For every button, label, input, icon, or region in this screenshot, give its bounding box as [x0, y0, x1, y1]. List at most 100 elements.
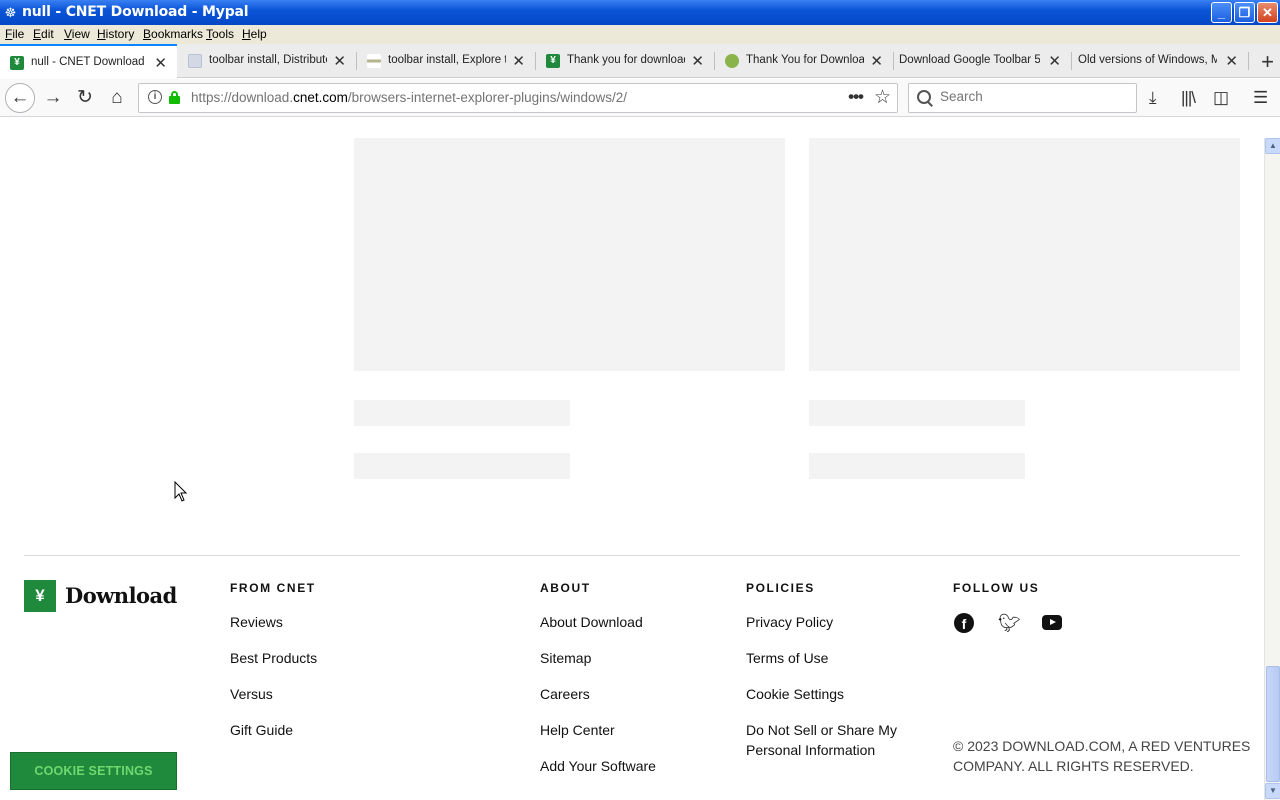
menu-bar: File Edit View History Bookmarks Tools H…: [0, 25, 1280, 44]
back-arrow-icon[interactable]: ←: [5, 83, 35, 113]
text-placeholder: [809, 400, 1025, 426]
reload-icon[interactable]: ↻: [71, 84, 99, 112]
footer-heading-about: ABOUT: [540, 581, 591, 595]
page-actions-icon[interactable]: •••: [848, 87, 864, 107]
footer-heading-policies: POLICIES: [746, 581, 815, 595]
footer-link-terms-of-use[interactable]: Terms of Use: [746, 648, 828, 668]
forward-arrow-icon[interactable]: →: [39, 84, 67, 112]
twitter-icon[interactable]: 🐦︎: [998, 613, 1021, 633]
site-info-icon[interactable]: i: [148, 90, 162, 104]
window-titlebar: ☸ null - CNET Download - Mypal _ ❐ ✕: [0, 0, 1280, 25]
youtube-icon[interactable]: [1042, 615, 1062, 630]
footer-link-help-center[interactable]: Help Center: [540, 720, 615, 740]
close-tab-icon[interactable]: ✕: [691, 52, 704, 70]
tab-label: toolbar install, Explore the: [388, 54, 506, 66]
sidebar-icon[interactable]: ◫: [1213, 88, 1229, 108]
close-tab-icon[interactable]: ✕: [870, 52, 883, 70]
cookie-settings-button[interactable]: COOKIE SETTINGS: [10, 752, 177, 790]
page-thumbnail-icon: [367, 54, 381, 68]
tab-label: Download Google Toolbar 5.0: [899, 54, 1040, 66]
tab-old-versions[interactable]: Old versions of Windows, Mac ✕: [1072, 44, 1248, 78]
menu-tools[interactable]: Tools: [206, 27, 234, 41]
footer-link-gift-guide[interactable]: Gift Guide: [230, 720, 293, 740]
url-text[interactable]: https://download.cnet.com/browsers-inter…: [191, 90, 627, 105]
close-tab-icon[interactable]: ✕: [154, 54, 167, 72]
close-tab-icon[interactable]: ✕: [512, 52, 525, 70]
page-viewport: ¥ Download FROM CNET Reviews Best Produc…: [0, 138, 1264, 800]
menu-file[interactable]: File: [5, 27, 24, 41]
mouse-cursor-icon: [174, 481, 188, 502]
download-logo-icon[interactable]: ¥: [24, 580, 56, 612]
downloads-icon[interactable]: ⤓: [1149, 88, 1157, 108]
scrollbar-thumb[interactable]: [1266, 666, 1280, 782]
menu-bookmarks[interactable]: Bookmarks: [143, 27, 203, 41]
tab-label: Thank You for Downloading: [746, 54, 864, 66]
tab-label: null - CNET Download: [31, 56, 145, 68]
close-tab-icon[interactable]: ✕: [1225, 52, 1238, 70]
menu-hamburger-icon[interactable]: ☰: [1253, 88, 1268, 108]
navigation-toolbar: ← → ↻ ⌂ i https://download.cnet.com/brow…: [0, 79, 1280, 117]
vertical-scrollbar[interactable]: ▲ ▼: [1264, 138, 1280, 800]
search-input[interactable]: [940, 89, 1130, 104]
tab-toolbar-install-explore[interactable]: toolbar install, Explore the ✕: [357, 44, 535, 78]
text-placeholder: [809, 453, 1025, 479]
footer-link-reviews[interactable]: Reviews: [230, 612, 283, 632]
lock-icon[interactable]: [169, 91, 180, 104]
footer-link-privacy-policy[interactable]: Privacy Policy: [746, 612, 833, 632]
search-icon: [917, 90, 933, 106]
download-logo-text[interactable]: Download: [65, 583, 177, 608]
footer-link-do-not-sell[interactable]: Do Not Sell or Share My Personal Informa…: [746, 720, 916, 760]
copyright-text: © 2023 DOWNLOAD.COM, A RED VENTURES COMP…: [953, 738, 1251, 774]
footer-heading-from-cnet: FROM CNET: [230, 581, 316, 595]
url-prefix: https://download.: [191, 90, 294, 105]
scroll-down-arrow-icon[interactable]: ▼: [1265, 783, 1280, 799]
text-placeholder: [354, 400, 570, 426]
text-placeholder: [354, 453, 570, 479]
tab-null-cnet-download[interactable]: ¥ null - CNET Download ✕: [0, 44, 177, 78]
new-tab-icon[interactable]: +: [1261, 49, 1274, 75]
image-placeholder: [809, 138, 1240, 371]
tab-thank-you-for-downloading[interactable]: Thank You for Downloading ✕: [715, 44, 893, 78]
address-bar[interactable]: i https://download.cnet.com/browsers-int…: [138, 83, 898, 113]
url-domain: cnet.com: [293, 90, 348, 105]
tab-label: Old versions of Windows, Mac: [1078, 54, 1217, 66]
page-thumbnail-icon: [188, 54, 202, 68]
close-window-button[interactable]: ✕: [1257, 2, 1278, 23]
menu-history[interactable]: History: [97, 27, 134, 41]
window-title: null - CNET Download - Mypal: [22, 4, 249, 20]
search-box[interactable]: [908, 83, 1137, 113]
footer-link-add-your-software[interactable]: Add Your Software: [540, 756, 656, 776]
close-tab-icon[interactable]: ✕: [333, 52, 346, 70]
tab-toolbar-install-distributed[interactable]: toolbar install, Distributed ✕: [178, 44, 356, 78]
tab-label: toolbar install, Distributed: [209, 54, 327, 66]
library-icon[interactable]: |||\: [1181, 88, 1196, 108]
download-green-icon: ¥: [546, 54, 560, 68]
menu-help[interactable]: Help: [242, 27, 267, 41]
image-placeholder: [354, 138, 785, 371]
download-green-icon: ¥: [10, 56, 24, 70]
tab-download-google-toolbar[interactable]: Download Google Toolbar 5.0 ✕: [893, 44, 1071, 78]
url-path: /browsers-internet-explorer-plugins/wind…: [347, 90, 627, 105]
footer-link-versus[interactable]: Versus: [230, 684, 273, 704]
facebook-icon[interactable]: f: [954, 613, 974, 633]
tab-label: Thank you for downloading: [567, 54, 685, 66]
bookmark-star-icon[interactable]: ☆: [874, 86, 891, 109]
scroll-up-arrow-icon[interactable]: ▲: [1265, 138, 1280, 154]
close-tab-icon[interactable]: ✕: [1048, 52, 1061, 70]
menu-view[interactable]: View: [64, 27, 90, 41]
footer-link-best-products[interactable]: Best Products: [230, 648, 317, 668]
home-icon[interactable]: ⌂: [103, 84, 131, 112]
footer-link-sitemap[interactable]: Sitemap: [540, 648, 591, 668]
restore-button[interactable]: ❐: [1234, 2, 1255, 23]
tab-strip: ¥ null - CNET Download ✕ toolbar install…: [0, 44, 1280, 78]
footer-link-cookie-settings[interactable]: Cookie Settings: [746, 684, 844, 704]
footer-link-about-download[interactable]: About Download: [540, 612, 643, 632]
footer-heading-follow-us: FOLLOW US: [953, 581, 1040, 595]
tab-thank-you-downloading[interactable]: ¥ Thank you for downloading ✕: [536, 44, 714, 78]
mypal-app-icon: ☸: [4, 5, 17, 20]
tab-separator: [1248, 52, 1249, 70]
footer-link-careers[interactable]: Careers: [540, 684, 590, 704]
frog-icon: [725, 54, 739, 68]
menu-edit[interactable]: Edit: [33, 27, 54, 41]
minimize-button[interactable]: _: [1211, 2, 1232, 23]
